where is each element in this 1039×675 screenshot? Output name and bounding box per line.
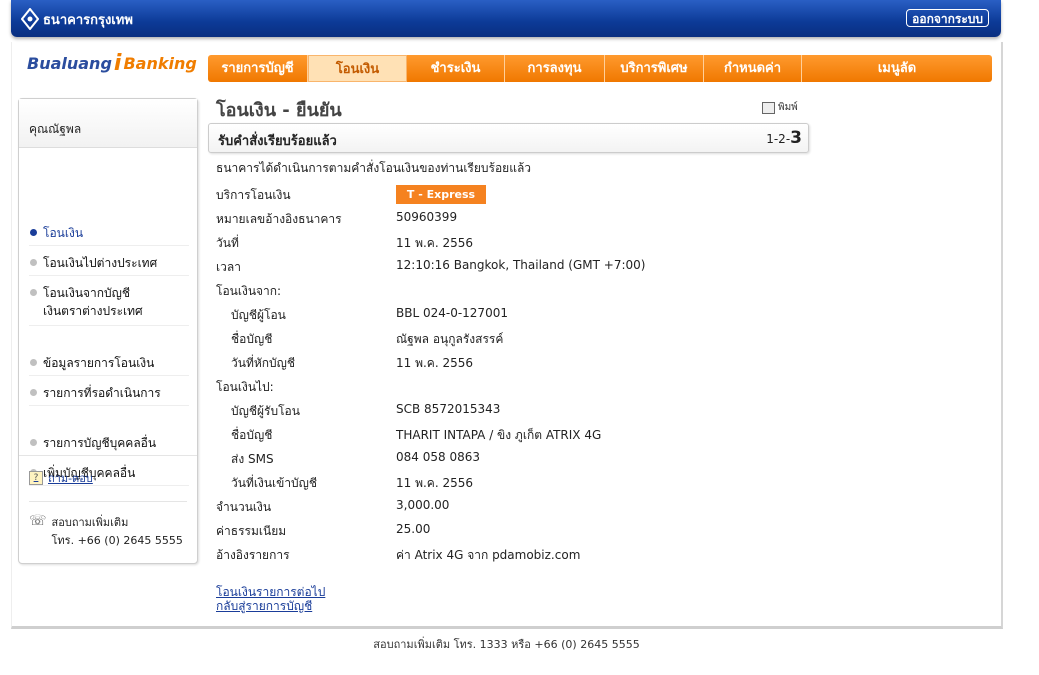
current-step: 3 [790, 128, 802, 148]
detail-value: 25.00 [396, 522, 431, 536]
logout-button[interactable]: ออกจากระบบ [906, 9, 989, 27]
sidebar-item-pending[interactable]: รายการที่รอดำเนินการ [29, 384, 189, 406]
detail-label: วันที่หักบัญชี [231, 356, 296, 370]
sidebar: คุณณัฐพล โอนเงิน โอนเงินไปต่างประเทศ โอน… [18, 98, 198, 564]
detail-label: วันที่เงินเข้าบัญชี [231, 476, 318, 490]
sidebar-item-label: ข้อมูลรายการโอนเงิน [43, 356, 155, 370]
detail-value: 084 058 0863 [396, 450, 480, 464]
sidebar-divider [19, 455, 197, 456]
detail-value: BBL 024-0-127001 [396, 306, 508, 320]
bullet-icon [30, 359, 37, 366]
contact-info: ☏ สอบถามเพิ่มเติม โทร. +66 (0) 2645 5555 [29, 513, 183, 549]
sidebar-item-label: โอนเงินไปต่างประเทศ [43, 256, 158, 270]
brand-part-3: Banking [123, 53, 197, 73]
sidebar-item-other-accounts[interactable]: รายการบัญชีบุคคลอื่น [29, 434, 189, 456]
nav-investment[interactable]: การลงทุน [505, 55, 605, 82]
status-bar: รับคำสั่งเรียบร้อยแล้ว 1-2-3 [208, 123, 809, 153]
bank-name: ธนาคารกรุงเทพ [43, 12, 133, 28]
contact-text: สอบถามเพิ่มเติม โทร. +66 (0) 2645 5555 [52, 513, 183, 549]
sidebar-divider [29, 501, 187, 502]
detail-value: 11 พ.ค. 2556 [396, 356, 474, 370]
detail-value: 11 พ.ค. 2556 [396, 236, 474, 250]
confirm-message: ธนาคารได้ดำเนินการตามคำสั่งโอนเงินของท่า… [216, 161, 532, 175]
detail-label: โอนเงินไป: [216, 380, 274, 394]
faq-label: ถาม-ตอบ [48, 472, 93, 485]
sidebar-item-label: รายการที่รอดำเนินการ [43, 386, 161, 400]
sidebar-item-label: รายการบัญชีบุคคลอื่น [43, 436, 157, 450]
sidebar-item-label: โอนเงินจากบัญชี เงินตราต่างประเทศ [43, 286, 143, 318]
detail-label: ชื่อบัญชี [231, 332, 273, 346]
bullet-icon [30, 289, 37, 296]
bullet-icon [30, 259, 37, 266]
detail-label: บัญชีผู้โอน [231, 308, 286, 322]
sidebar-item-transfer[interactable]: โอนเงิน [29, 224, 189, 246]
print-button[interactable]: พิมพ์ [762, 100, 798, 115]
detail-label: หมายเลขอ้างอิงธนาคาร [216, 212, 342, 226]
sidebar-item-foreign-currency[interactable]: โอนเงินจากบัญชี เงินตราต่างประเทศ [29, 284, 189, 326]
nav-transfer[interactable]: โอนเงิน [308, 55, 407, 82]
top-header-bar: ธนาคารกรุงเทพ ออกจากระบบ [11, 0, 1001, 37]
detail-label: เวลา [216, 260, 241, 274]
detail-value: 11 พ.ค. 2556 [396, 476, 474, 490]
detail-value: 50960399 [396, 210, 458, 224]
contact-line-2: โทร. +66 (0) 2645 5555 [51, 534, 183, 547]
nav-accounts[interactable]: รายการบัญชี [208, 55, 308, 82]
faq-link[interactable]: ? ถาม-ตอบ [29, 469, 93, 487]
detail-value: ค่า Atrix 4G จาก pdamobiz.com [396, 548, 581, 562]
detail-label: บัญชีผู้รับโอน [231, 404, 300, 418]
detail-label: ส่ง SMS [231, 452, 274, 466]
brand-part-1: Bualuang [27, 53, 112, 73]
nav-payment[interactable]: ชำระเงิน [407, 55, 505, 82]
step-indicator: 1-2-3 [766, 128, 802, 148]
detail-value: 12:10:16 Bangkok, Thailand (GMT +7:00) [396, 258, 646, 272]
nav-special-services[interactable]: บริการพิเศษ [605, 55, 704, 82]
bullet-icon [30, 389, 37, 396]
status-text: รับคำสั่งเรียบร้อยแล้ว [218, 134, 337, 149]
help-icon: ? [29, 471, 43, 485]
service-label: บริการโอนเงิน [216, 188, 291, 202]
sidebar-item-label: โอนเงิน [43, 226, 84, 240]
detail-value: 3,000.00 [396, 498, 450, 512]
nav-settings[interactable]: กำหนดค่า [704, 55, 802, 82]
brand-part-2: i [113, 50, 122, 76]
back-to-accounts-link[interactable]: กลับสู่รายการบัญชี [216, 597, 312, 616]
service-badge: T - Express [396, 185, 486, 204]
sidebar-item-transfer-info[interactable]: ข้อมูลรายการโอนเงิน [29, 354, 189, 376]
detail-value: SCB 8572015343 [396, 402, 501, 416]
contact-line-1: สอบถามเพิ่มเติม [51, 516, 129, 529]
sidebar-item-international[interactable]: โอนเงินไปต่างประเทศ [29, 254, 189, 276]
user-name: คุณณัฐพล [19, 99, 197, 148]
page-title: โอนเงิน - ยืนยัน [216, 100, 342, 121]
detail-label: อ้างอิงรายการ [216, 548, 290, 562]
bullet-icon [30, 439, 37, 446]
detail-label: โอนเงินจาก: [216, 284, 282, 298]
bank-logo: ธนาคารกรุงเทพ [21, 8, 133, 30]
detail-label: วันที่ [216, 236, 239, 250]
printer-icon [762, 101, 775, 114]
detail-value: ณัฐพล อนุกูลรังสรรค์ [396, 332, 504, 346]
bullet-icon [30, 229, 37, 236]
steps-prefix: 1-2- [766, 132, 791, 146]
phone-icon: ☏ [29, 513, 47, 529]
nav-shortcuts[interactable]: เมนูลัด [802, 55, 992, 82]
detail-label: จำนวนเงิน [216, 500, 272, 514]
footer-text: สอบถามเพิ่มเติม โทร. 1333 หรือ +66 (0) 2… [373, 638, 640, 651]
detail-value: THARIT INTAPA / ขิง ภูเก็ต ATRIX 4G [396, 428, 602, 442]
detail-label: ค่าธรรมเนียม [216, 524, 287, 538]
print-label: พิมพ์ [778, 102, 798, 113]
detail-label: ชื่อบัญชี [231, 428, 273, 442]
main-nav: รายการบัญชี โอนเงิน ชำระเงิน การลงทุน บร… [208, 55, 992, 82]
bank-emblem-icon [21, 8, 39, 30]
brand-logo: Bualuang i Banking [27, 48, 197, 78]
